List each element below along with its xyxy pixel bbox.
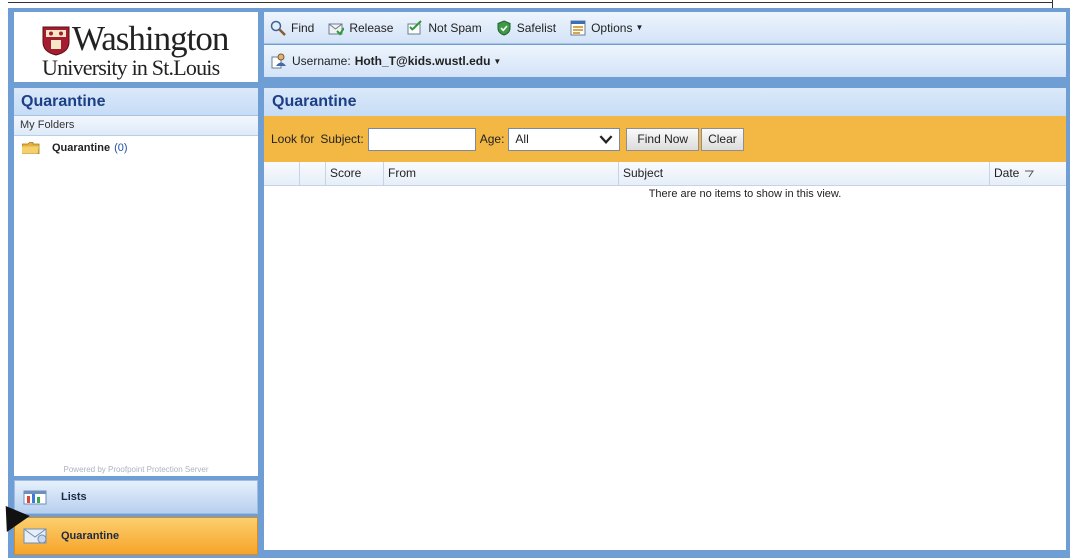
- find-now-button[interactable]: Find Now: [626, 127, 700, 151]
- top-border-line: [8, 2, 1053, 3]
- release-label: Release: [349, 20, 394, 35]
- magnifier-icon: [270, 20, 286, 36]
- grid-header: Score From Subject Date: [264, 162, 1066, 186]
- look-for-label: Look for: [271, 132, 315, 146]
- from-column-header[interactable]: From: [384, 162, 619, 185]
- not-spam-label: Not Spam: [428, 20, 482, 35]
- release-button[interactable]: Release: [328, 20, 393, 36]
- action-toolbar: Find Release Not Spam Safelist Options ▼: [264, 12, 1066, 44]
- logo-area: Washington University in St.Louis: [14, 12, 258, 82]
- select-column-header[interactable]: [264, 162, 300, 185]
- shield-icon: [42, 26, 70, 56]
- folder-item-label: Quarantine: [52, 142, 111, 154]
- date-column-label: Date: [994, 166, 1020, 180]
- university-logo: Washington University in St.Louis: [40, 20, 240, 80]
- date-column-header[interactable]: Date: [990, 162, 1066, 185]
- find-label: Find: [291, 20, 315, 35]
- safelist-label: Safelist: [516, 20, 557, 35]
- nav-quarantine-label: Quarantine: [61, 530, 120, 542]
- nav-lists-button[interactable]: Lists: [14, 480, 258, 514]
- score-column-header[interactable]: Score: [326, 162, 384, 185]
- folder-icon: [22, 142, 40, 154]
- empty-message: There are no items to show in this view.: [648, 188, 842, 200]
- sort-descending-icon: [1025, 170, 1035, 177]
- logo-line-2: University in St.Louis: [42, 55, 220, 80]
- options-menu[interactable]: Options ▼: [570, 20, 643, 36]
- right-border-line: [1052, 0, 1053, 8]
- not-spam-button[interactable]: Not Spam: [407, 19, 482, 36]
- folder-panel: Quarantine My Folders Quarantine (0) Pow…: [14, 88, 258, 476]
- subject-column-header[interactable]: Subject: [619, 162, 990, 185]
- page-title: Quarantine: [264, 88, 1066, 116]
- user-icon: [271, 53, 286, 69]
- clear-button[interactable]: Clear: [701, 127, 744, 151]
- powered-by-text: Powered by Proofpoint Protection Server: [63, 465, 209, 474]
- search-bar: Look for Subject: Age: All Find Now Clea…: [264, 116, 1066, 162]
- shield-check-icon: [497, 19, 511, 36]
- age-select-value: All: [515, 132, 529, 146]
- folder-panel-title: Quarantine: [14, 88, 258, 116]
- chevron-down-icon: ▼: [635, 23, 644, 32]
- nav-lists-label: Lists: [61, 491, 87, 503]
- safelist-button[interactable]: Safelist: [496, 19, 557, 36]
- subject-label: Subject:: [320, 132, 364, 146]
- chevron-down-icon: [599, 134, 613, 144]
- options-label: Options: [591, 20, 633, 35]
- username-value[interactable]: Hoth_T@kids.wustl.edu: [355, 54, 491, 68]
- find-button[interactable]: Find: [270, 20, 314, 36]
- age-label: Age:: [479, 132, 505, 146]
- folder-item-quarantine[interactable]: Quarantine (0): [14, 136, 258, 160]
- not-spam-icon: [407, 19, 423, 34]
- logo-line-1: Washington: [72, 19, 229, 58]
- subject-input[interactable]: [367, 127, 476, 151]
- quarantine-icon: [23, 528, 47, 544]
- options-icon: [570, 20, 586, 35]
- user-bar: Username: Hoth_T@kids.wustl.edu ▼: [264, 45, 1066, 77]
- chevron-down-icon[interactable]: ▼: [493, 57, 501, 66]
- age-select[interactable]: All: [508, 127, 621, 151]
- my-folders-label: My Folders: [14, 116, 258, 136]
- nav-quarantine-button[interactable]: Quarantine: [14, 517, 258, 555]
- folder-item-count: (0): [114, 142, 128, 154]
- flag-column-header[interactable]: [300, 162, 326, 185]
- release-icon: [328, 23, 345, 36]
- username-label: Username:: [292, 54, 351, 68]
- lists-icon: [23, 490, 47, 505]
- message-grid: Score From Subject Date There are no ite…: [264, 162, 1066, 550]
